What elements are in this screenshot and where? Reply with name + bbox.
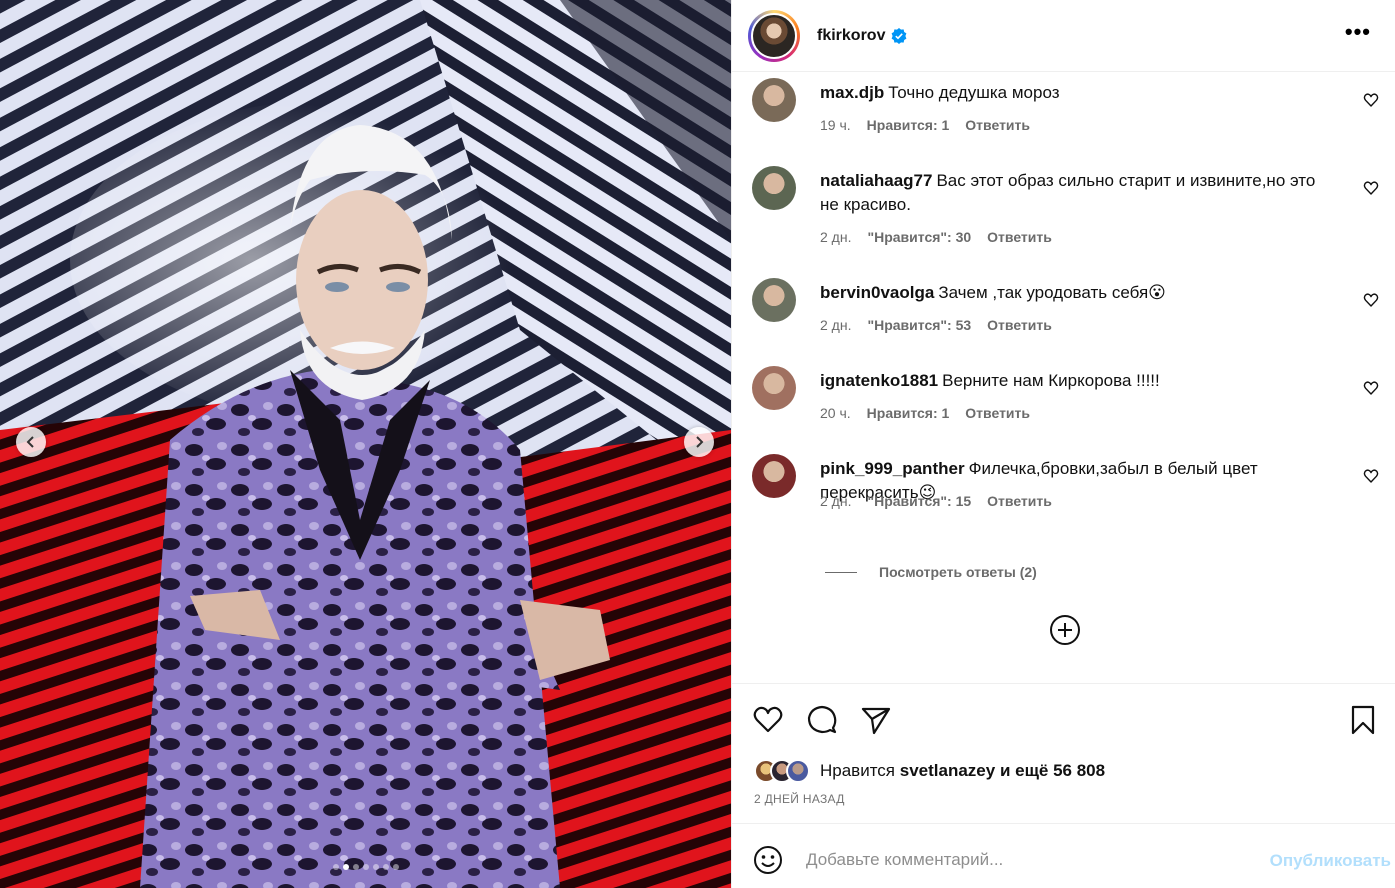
chevron-left-icon — [26, 436, 34, 448]
verified-badge-icon — [892, 27, 907, 44]
slide-dot — [352, 864, 359, 870]
heart-icon[interactable] — [1363, 292, 1379, 308]
heart-icon[interactable] — [752, 704, 784, 736]
slide-dot — [372, 864, 379, 870]
likes-text: Нравится svetlanazey и ещё 56 808 — [820, 761, 1105, 781]
heart-icon[interactable] — [1363, 380, 1379, 396]
commenter-username[interactable]: nataliahaag77 — [820, 171, 932, 190]
heart-icon[interactable] — [1363, 468, 1379, 484]
previous-slide-button[interactable] — [16, 427, 46, 457]
likes-count[interactable]: и ещё 56 808 — [1000, 761, 1105, 780]
post-details: fkirkorov ••• Посмотреть ответы (2) max.… — [731, 0, 1395, 888]
post-date: 2 ДНЕЙ НАЗАД — [754, 792, 845, 806]
commenter-avatar[interactable] — [752, 78, 796, 122]
comment-time: 2 дн. — [820, 493, 852, 509]
author-avatar[interactable] — [748, 9, 800, 62]
chevron-right-icon — [696, 436, 704, 448]
comment-text-block: ignatenko1881 Верните нам Киркорова !!!!! — [820, 369, 1323, 393]
next-slide-button[interactable] — [684, 427, 714, 457]
commenter-avatar[interactable] — [752, 454, 796, 498]
comment-time: 2 дн. — [820, 229, 852, 245]
comment-composer: Опубликовать — [732, 823, 1395, 888]
comment-like-count[interactable]: "Нравится": 30 — [867, 229, 971, 245]
comment-text: Точно дедушка мороз — [888, 83, 1060, 102]
comment-like-count[interactable]: "Нравится": 53 — [867, 317, 971, 333]
comment-meta: 2 дн. "Нравится": 53 Ответить — [820, 317, 1052, 333]
post-viewer: fkirkorov ••• Посмотреть ответы (2) max.… — [0, 0, 1395, 888]
reply-button[interactable]: Ответить — [965, 405, 1030, 421]
post-actions: Нравится svetlanazey и ещё 56 808 2 ДНЕЙ… — [732, 683, 1395, 823]
comment-text-block: bervin0vaolga Зачем ,так уродовать себя😮 — [820, 281, 1323, 305]
comment-meta: 20 ч. Нравится: 1 Ответить — [820, 405, 1030, 421]
slide-indicator — [0, 864, 731, 870]
plus-circle-icon[interactable] — [1048, 613, 1082, 647]
commenter-username[interactable]: pink_999_panther — [820, 459, 965, 478]
reply-button[interactable]: Ответить — [965, 117, 1030, 133]
commenter-username[interactable]: bervin0vaolga — [820, 283, 934, 302]
comment-text-block: nataliahaag77 Вас этот образ сильно стари… — [820, 169, 1323, 217]
liker-avatar — [786, 759, 810, 783]
author-username[interactable]: fkirkorov — [817, 27, 885, 45]
post-media[interactable] — [0, 0, 731, 888]
slide-dot — [382, 864, 389, 870]
replies-divider — [825, 571, 857, 573]
comment-like-count[interactable]: Нравится: 1 — [867, 405, 950, 421]
slide-dot — [362, 864, 369, 870]
publish-button[interactable]: Опубликовать — [1270, 851, 1391, 871]
comments-list[interactable]: Посмотреть ответы (2) max.djb Точно дедуш… — [732, 73, 1395, 683]
comment-input[interactable] — [806, 846, 1226, 874]
slide-dot — [342, 864, 349, 870]
commenter-username[interactable]: max.djb — [820, 83, 884, 102]
reply-button[interactable]: Ответить — [987, 493, 1052, 509]
slide-dot — [392, 864, 399, 870]
likes-summary[interactable]: Нравится svetlanazey и ещё 56 808 — [754, 759, 1105, 783]
post-photo — [0, 0, 731, 888]
reply-button[interactable]: Ответить — [987, 229, 1052, 245]
comment-time: 20 ч. — [820, 405, 851, 421]
comment-meta: 2 дн. "Нравится": 15 Ответить — [820, 493, 1052, 509]
more-options-button[interactable]: ••• — [1345, 21, 1371, 43]
heart-icon[interactable] — [1363, 180, 1379, 196]
comment-meta: 19 ч. Нравится: 1 Ответить — [820, 117, 1030, 133]
commenter-avatar[interactable] — [752, 366, 796, 410]
comment-like-count[interactable]: "Нравится": 15 — [867, 493, 971, 509]
comment-text: Верните нам Киркорова !!!!! — [942, 371, 1160, 390]
comment-text-block: max.djb Точно дедушка мороз — [820, 81, 1323, 105]
comment-meta: 2 дн. "Нравится": 30 Ответить — [820, 229, 1052, 245]
comment-time: 19 ч. — [820, 117, 851, 133]
comment-emoji: 😮 — [1148, 283, 1166, 302]
comment-like-count[interactable]: Нравится: 1 — [867, 117, 950, 133]
smiley-icon[interactable] — [752, 844, 784, 876]
commenter-avatar[interactable] — [752, 166, 796, 210]
post-header: fkirkorov ••• — [732, 0, 1395, 72]
view-replies-button[interactable]: Посмотреть ответы (2) — [825, 564, 1037, 580]
commenter-username[interactable]: ignatenko1881 — [820, 371, 938, 390]
liker-username[interactable]: svetlanazey — [900, 761, 995, 780]
comment-bubble-icon[interactable] — [806, 704, 838, 736]
paper-plane-icon[interactable] — [860, 704, 892, 736]
comment-text: Зачем ,так уродовать себя — [938, 283, 1149, 302]
bookmark-icon[interactable] — [1347, 704, 1379, 736]
comment-time: 2 дн. — [820, 317, 852, 333]
reply-button[interactable]: Ответить — [987, 317, 1052, 333]
view-replies-label: Посмотреть ответы (2) — [879, 564, 1037, 580]
likes-prefix: Нравится — [820, 761, 896, 780]
commenter-avatar[interactable] — [752, 278, 796, 322]
heart-icon[interactable] — [1363, 92, 1379, 108]
slide-dot — [332, 864, 339, 870]
